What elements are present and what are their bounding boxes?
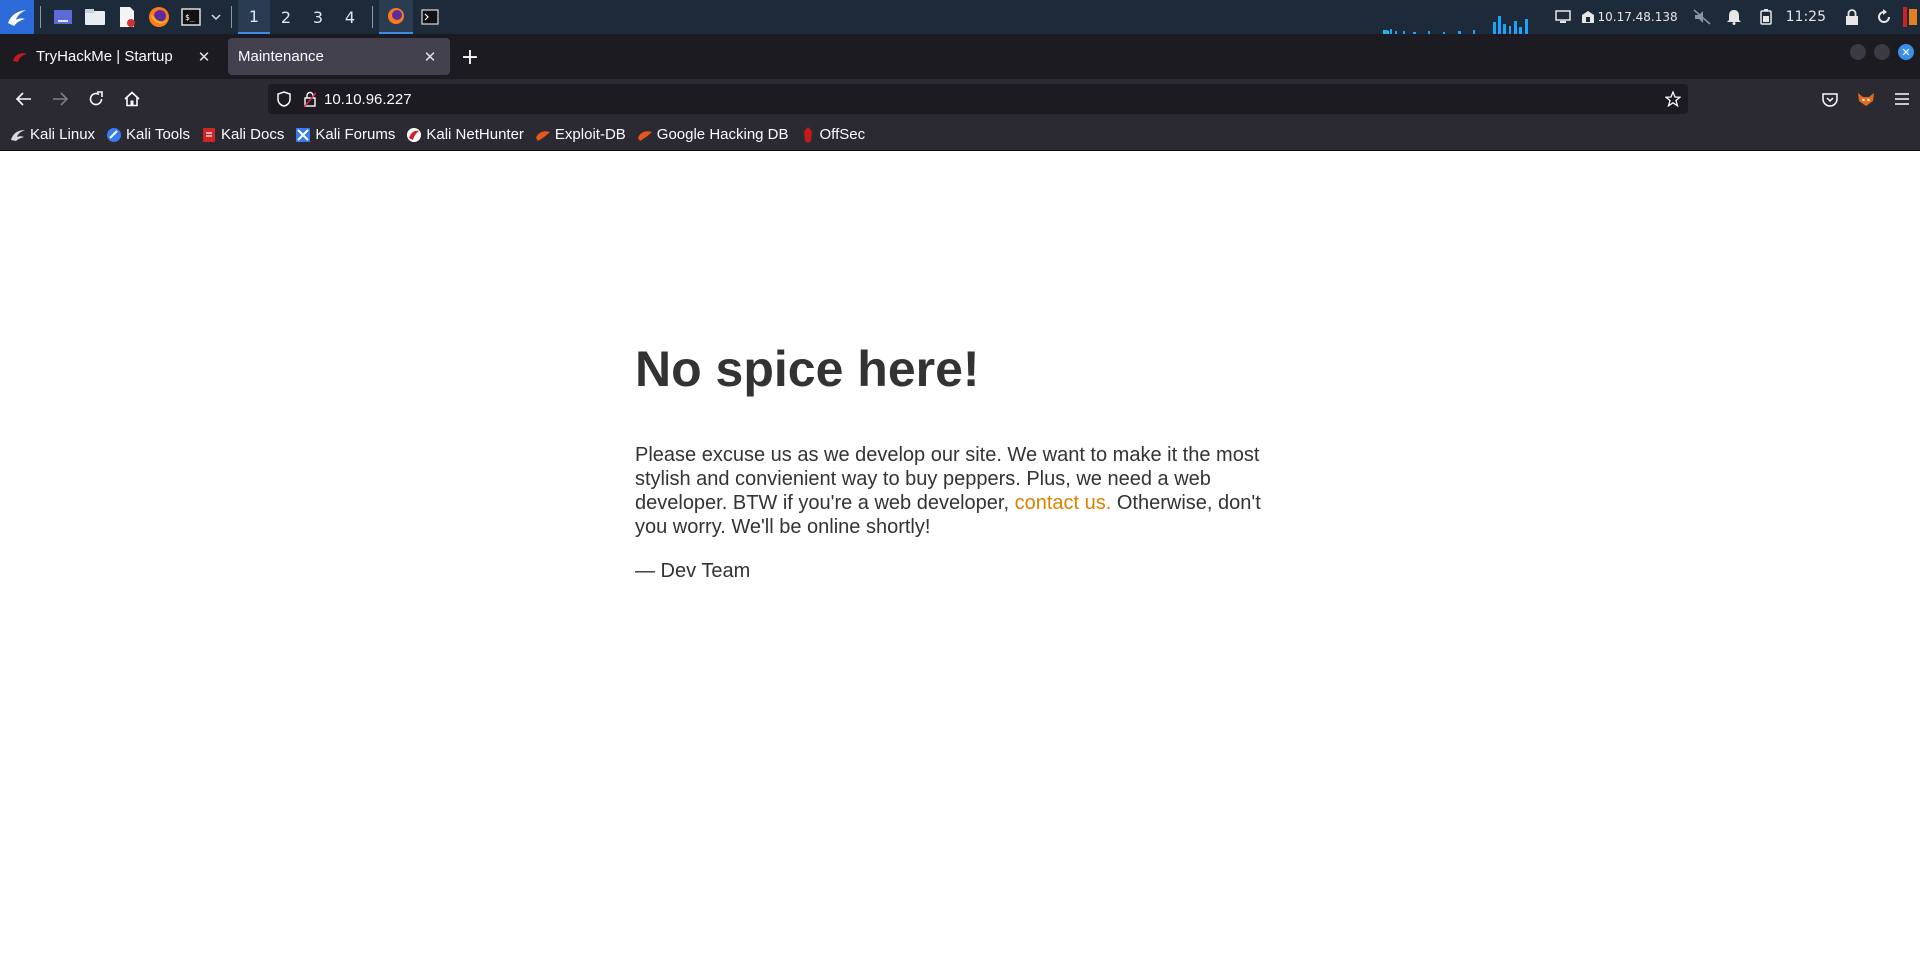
address-bar[interactable]: 10.10.96.227 — [268, 84, 1688, 114]
terminal-launcher-icon[interactable]: $_ — [175, 0, 207, 34]
contact-us-link[interactable]: contact us. — [1015, 492, 1112, 514]
taskbar-terminal-window[interactable] — [413, 0, 447, 34]
browser-tab-strip: TryHackMe | Startup ✕ Maintenance ✕ + ✕ — [0, 34, 1920, 79]
kali-menu-icon[interactable] — [0, 0, 34, 34]
panel-separator — [231, 6, 232, 28]
tab-tryhackme-startup[interactable]: TryHackMe | Startup ✕ — [2, 38, 224, 75]
insecure-lock-icon[interactable] — [300, 84, 320, 114]
back-button[interactable] — [6, 83, 42, 115]
new-tab-button[interactable]: + — [452, 39, 488, 75]
network-monitor-graph — [1383, 0, 1533, 34]
workspace-1[interactable]: 1 — [238, 0, 270, 34]
chevron-down-icon[interactable] — [207, 0, 225, 34]
lock-screen-icon[interactable] — [1836, 0, 1868, 34]
workspace-2[interactable]: 2 — [270, 0, 302, 34]
web-page-viewport: No spice here! Please excuse us as we de… — [0, 151, 1920, 963]
workspace-4[interactable]: 4 — [334, 0, 366, 34]
maintenance-message: Please excuse us as we develop our site.… — [635, 443, 1285, 539]
bookmark-kali-nethunter[interactable]: Kali NetHunter — [406, 126, 524, 143]
taskbar-firefox-window[interactable] — [379, 0, 413, 34]
bookmark-exploit-db[interactable]: Exploit-DB — [535, 126, 626, 143]
bookmark-offsec[interactable]: OffSec — [800, 126, 865, 143]
battery-icon[interactable] — [1750, 0, 1782, 34]
panel-separator — [40, 6, 41, 28]
notifications-bell-icon[interactable] — [1718, 0, 1750, 34]
display-icon[interactable] — [1547, 0, 1579, 34]
page-heading: No spice here! — [635, 341, 980, 397]
forward-button[interactable] — [42, 83, 78, 115]
tab-title: TryHackMe | Startup — [36, 48, 173, 65]
bookmark-kali-linux[interactable]: Kali Linux — [10, 126, 95, 143]
power-icon[interactable] — [1900, 0, 1920, 34]
close-tab-icon[interactable]: ✕ — [420, 47, 440, 67]
tab-title: Maintenance — [238, 48, 324, 65]
tab-maintenance[interactable]: Maintenance ✕ — [228, 38, 450, 75]
home-button[interactable] — [114, 83, 150, 115]
close-window-button[interactable]: ✕ — [1898, 44, 1914, 60]
kali-docs-icon — [201, 127, 217, 143]
offsec-icon — [800, 126, 816, 143]
reload-button[interactable] — [78, 83, 114, 115]
browser-navigation-bar: 10.10.96.227 — [0, 79, 1920, 119]
signature: — Dev Team — [635, 560, 751, 582]
bookmark-star-icon[interactable] — [1658, 84, 1688, 114]
ip-address-label: 10.17.48.138 — [1597, 10, 1678, 24]
pocket-icon[interactable] — [1812, 83, 1848, 115]
maintenance-article: No spice here! Please excuse us as we de… — [635, 341, 1285, 603]
close-tab-icon[interactable]: ✕ — [194, 47, 214, 67]
volume-muted-icon[interactable] — [1686, 0, 1718, 34]
bookmark-kali-docs[interactable]: Kali Docs — [201, 126, 284, 143]
minimize-window-button[interactable] — [1850, 44, 1866, 60]
exploit-db-icon — [535, 127, 551, 143]
clock[interactable]: 11:25 — [1786, 9, 1826, 25]
bookmark-kali-tools[interactable]: Kali Tools — [106, 126, 190, 143]
bookmarks-toolbar: Kali Linux Kali Tools Kali Docs Kali For… — [0, 119, 1920, 151]
svg-text:$_: $_ — [185, 13, 195, 22]
panel-separator — [372, 6, 373, 28]
kali-tools-icon — [106, 127, 122, 143]
file-manager-icon[interactable] — [79, 0, 111, 34]
show-desktop-icon[interactable] — [47, 0, 79, 34]
workspace-3[interactable]: 3 — [302, 0, 334, 34]
firefox-launcher-icon[interactable] — [143, 0, 175, 34]
kali-dragon-icon — [10, 127, 26, 143]
ghdb-icon — [637, 127, 653, 143]
kali-forums-icon — [295, 127, 311, 143]
application-menu-icon[interactable] — [1884, 83, 1920, 115]
tryhackme-favicon-icon — [12, 49, 28, 65]
extension-foxyproxy-icon[interactable] — [1848, 83, 1884, 115]
desktop-top-panel: $_ 1 2 3 4 10.17.48.138 11:25 — [0, 0, 1920, 34]
nethunter-icon — [406, 127, 422, 143]
maximize-window-button[interactable] — [1874, 44, 1890, 60]
text-editor-icon[interactable] — [111, 0, 143, 34]
restart-icon[interactable] — [1868, 0, 1900, 34]
bookmark-google-hacking-db[interactable]: Google Hacking DB — [637, 126, 789, 143]
vpn-network-icon[interactable] — [1579, 0, 1597, 34]
url-text[interactable]: 10.10.96.227 — [320, 91, 1658, 108]
tracking-protection-shield-icon[interactable] — [270, 84, 298, 114]
bookmark-kali-forums[interactable]: Kali Forums — [295, 126, 395, 143]
